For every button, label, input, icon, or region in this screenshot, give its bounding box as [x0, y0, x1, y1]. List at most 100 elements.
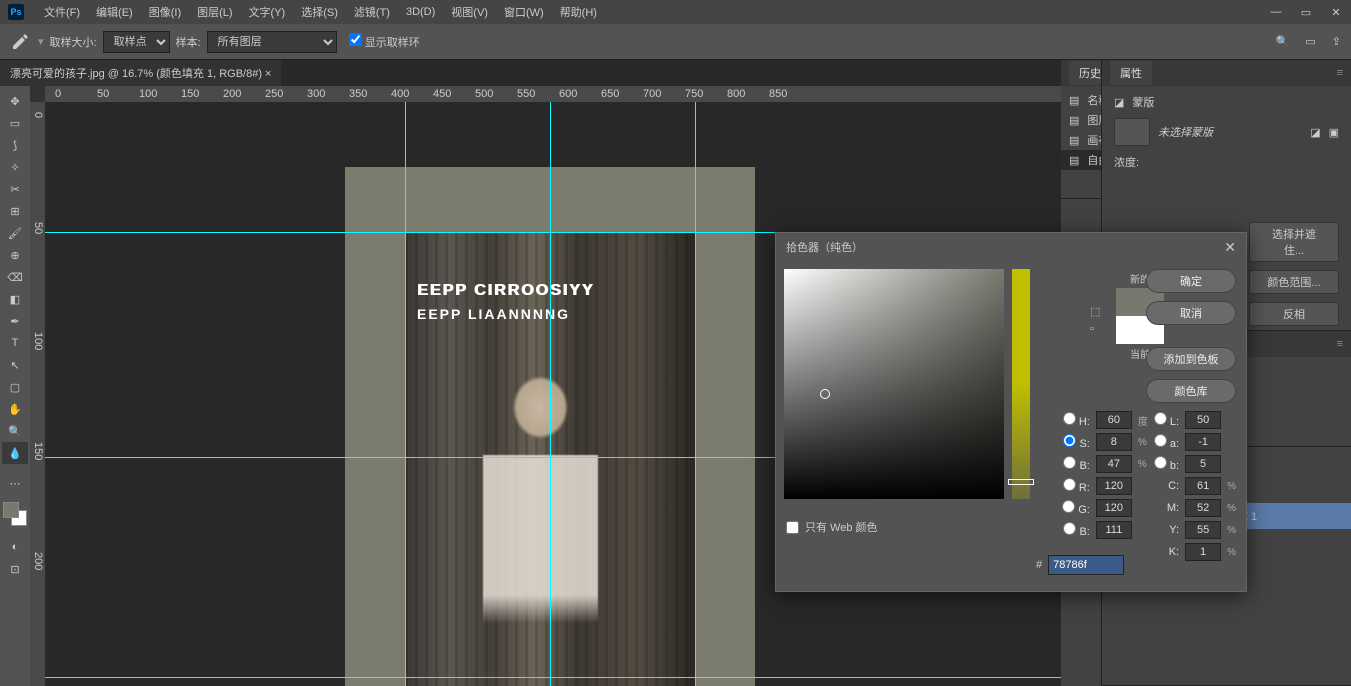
screenmode-tool[interactable]: ⊡ [2, 558, 28, 580]
move-tool[interactable]: ✥ [2, 90, 28, 112]
h-radio[interactable] [1063, 412, 1076, 425]
quickmask-tool[interactable]: ◐ [2, 536, 28, 558]
path-tool[interactable]: ↖ [2, 354, 28, 376]
webonly-checkbox[interactable] [786, 521, 799, 534]
invert-button[interactable]: 反相 [1249, 302, 1339, 326]
color-lib-button[interactable]: 颜色库 [1146, 379, 1236, 403]
c-input[interactable] [1185, 477, 1221, 495]
menu-filter[interactable]: 滤镜(T) [346, 4, 398, 20]
pen-tool[interactable]: ✒ [2, 310, 28, 332]
add-vmask-icon[interactable]: ▣ [1329, 126, 1339, 139]
s-radio[interactable] [1063, 434, 1076, 447]
color-swatches[interactable] [3, 502, 27, 526]
l-input[interactable] [1185, 411, 1221, 429]
eyedropper-icon [10, 32, 30, 52]
share-icon[interactable]: ⇪ [1332, 35, 1341, 48]
menu-help[interactable]: 帮助(H) [552, 4, 605, 20]
stamp-tool[interactable]: ⊕ [2, 244, 28, 266]
panel-menu-icon[interactable]: ≡ [1337, 338, 1343, 350]
bl-input[interactable] [1096, 521, 1132, 539]
properties-tab[interactable]: 属性 [1110, 61, 1152, 85]
wand-tool[interactable]: ✧ [2, 156, 28, 178]
b-input[interactable] [1096, 455, 1132, 473]
foreground-color[interactable] [3, 502, 19, 518]
overlay-text-2: EEPP LIAANNNNG [417, 306, 570, 322]
menu-3d[interactable]: 3D(D) [398, 6, 443, 18]
cancel-button[interactable]: 取消 [1146, 301, 1236, 325]
guide-horizontal[interactable] [45, 677, 1061, 678]
l-radio[interactable] [1154, 412, 1167, 425]
frame-tool[interactable]: ⊞ [2, 200, 28, 222]
guide-vertical[interactable] [405, 102, 406, 686]
type-tool[interactable]: T [2, 332, 28, 354]
menu-type[interactable]: 文字(Y) [241, 4, 294, 20]
y-input[interactable] [1185, 521, 1221, 539]
ruler-horizontal: 0501001502002503003504004505005506006507… [45, 86, 1061, 102]
sample-size-select[interactable]: 取样点 [103, 31, 170, 53]
menu-image[interactable]: 图像(I) [141, 4, 189, 20]
shape-tool[interactable]: ▢ [2, 376, 28, 398]
sample-select[interactable]: 所有图层 [207, 31, 337, 53]
zoom-tool[interactable]: 🔍 [2, 420, 28, 442]
webonly-label: 只有 Web 颜色 [805, 519, 878, 535]
close-icon[interactable]: ✕ [1224, 239, 1236, 256]
restore-button[interactable]: ▭ [1291, 2, 1321, 22]
menu-window[interactable]: 窗口(W) [496, 4, 552, 20]
s-input[interactable] [1096, 433, 1132, 451]
r-input[interactable] [1096, 477, 1132, 495]
a-radio[interactable] [1154, 434, 1167, 447]
add-mask-icon[interactable]: ◪ [1310, 126, 1320, 139]
g-input[interactable] [1096, 499, 1132, 517]
document-tab[interactable]: 漂亮可爱的孩子.jpg @ 16.7% (颜色填充 1, RGB/8#) × [0, 60, 281, 86]
menu-edit[interactable]: 编辑(E) [88, 4, 141, 20]
guide-vertical[interactable] [550, 102, 551, 686]
menu-file[interactable]: 文件(F) [36, 4, 88, 20]
panel-menu-icon[interactable]: ≡ [1337, 67, 1343, 79]
color-range-button[interactable]: 颜色范围... [1249, 270, 1339, 294]
add-swatch-button[interactable]: 添加到色板 [1146, 347, 1236, 371]
workspace-icon[interactable]: ▭ [1305, 35, 1315, 48]
bl-radio[interactable] [1063, 522, 1076, 535]
hex-label: # [1036, 559, 1042, 571]
b2-input[interactable] [1185, 455, 1221, 473]
g-radio[interactable] [1062, 500, 1075, 513]
hex-input[interactable] [1048, 555, 1124, 575]
search-icon[interactable]: 🔍 [1276, 35, 1290, 48]
dialog-title: 拾色器（纯色） [786, 239, 863, 255]
gradient-tool[interactable]: ◧ [2, 288, 28, 310]
ruler-vertical: 050100150200 [30, 102, 45, 686]
lasso-tool[interactable]: ⟆ [2, 134, 28, 156]
menu-layer[interactable]: 图层(L) [189, 4, 240, 20]
no-selection-label: 未选择蒙版 [1158, 124, 1213, 140]
options-bar: ▾ 取样大小: 取样点 样本: 所有图层 显示取样环 🔍 ▭ ⇪ [0, 24, 1351, 60]
menu-view[interactable]: 视图(V) [443, 4, 496, 20]
menu-select[interactable]: 选择(S) [293, 4, 346, 20]
show-ring-checkbox[interactable]: 显示取样环 [349, 33, 420, 50]
crop-tool[interactable]: ✂ [2, 178, 28, 200]
brush-tool[interactable]: 🖌 [2, 222, 28, 244]
minimize-button[interactable]: — [1261, 2, 1291, 22]
warn-icon[interactable]: ▫ [1090, 323, 1094, 335]
b-radio[interactable] [1063, 456, 1076, 469]
close-button[interactable]: ✕ [1321, 2, 1351, 22]
marquee-tool[interactable]: ▭ [2, 112, 28, 134]
app-icon: Ps [8, 4, 24, 20]
eyedropper-tool[interactable]: 💧 [2, 442, 28, 464]
ok-button[interactable]: 确定 [1146, 269, 1236, 293]
b2-radio[interactable] [1154, 456, 1167, 469]
select-mask-button[interactable]: 选择并遮住... [1249, 222, 1339, 262]
m-input[interactable] [1185, 499, 1221, 517]
more-tools[interactable]: ⋯ [2, 472, 28, 494]
guide-vertical[interactable] [695, 102, 696, 686]
color-cursor [820, 389, 830, 399]
r-radio[interactable] [1063, 478, 1076, 491]
a-input[interactable] [1185, 433, 1221, 451]
h-input[interactable] [1096, 411, 1132, 429]
cube-icon[interactable]: ⬚ [1090, 305, 1100, 318]
hand-tool[interactable]: ✋ [2, 398, 28, 420]
eraser-tool[interactable]: ⌫ [2, 266, 28, 288]
dropdown-arrow-icon[interactable]: ▾ [38, 35, 44, 48]
color-field[interactable] [784, 269, 1004, 499]
hue-slider[interactable] [1012, 269, 1030, 499]
k-input[interactable] [1185, 543, 1221, 561]
